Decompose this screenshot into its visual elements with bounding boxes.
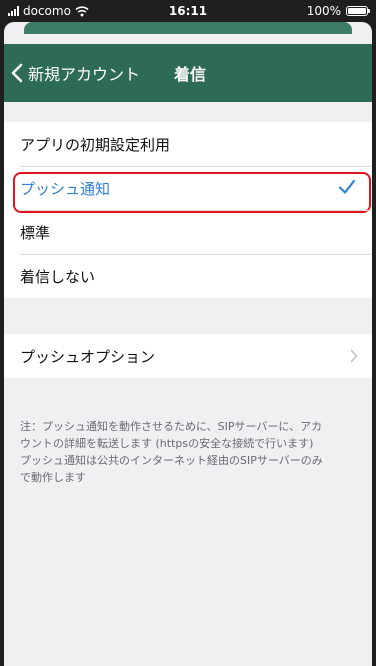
page-title: 着信 [174,65,207,84]
option-standard[interactable]: 標準 [4,210,372,254]
push-options-row[interactable]: プッシュオプション [4,334,372,378]
option-app-default[interactable]: アプリの初期設定利用 [4,122,372,166]
note-line: ウントの詳細を転送します (httpsの安全な接続で行います) [20,437,314,450]
option-no-incoming[interactable]: 着信しない [4,254,372,298]
back-button[interactable]: 新規アカウント [10,44,140,102]
status-bar: docomo 16:11 100% [0,0,376,22]
status-right: 100% [306,4,370,18]
push-options-label: プッシュオプション [20,347,156,366]
battery-percent: 100% [306,4,341,18]
option-label: プッシュ通知 [20,179,111,198]
background-sheet-peek [24,22,352,34]
back-button-label: 新規アカウント [28,65,141,84]
option-label: 標準 [20,223,51,242]
checkmark-icon [338,179,356,194]
navigation-bar: 新規アカウント 着信 [4,44,372,102]
note-line: プッシュ通知は公共のインターネット経由のSIPサーバーのみ [20,454,323,467]
note-line: 注：プッシュ通知を動作させるために、SIPサーバーに、アカ [20,420,323,433]
settings-sheet: 新規アカウント 着信 アプリの初期設定利用 プッシュ通知 標準 着信しない プッ… [4,22,372,666]
chevron-left-icon [11,63,23,83]
push-options-group: プッシュオプション [4,334,372,378]
chevron-right-icon [350,349,358,363]
option-push-notification[interactable]: プッシュ通知 [4,166,372,213]
note-line: で動作します [20,471,86,484]
option-label: 着信しない [20,267,96,286]
push-note: 注：プッシュ通知を動作させるために、SIPサーバーに、アカ ウントの詳細を転送し… [20,418,358,486]
incoming-call-options: アプリの初期設定利用 プッシュ通知 標準 着信しない [4,122,372,298]
battery-icon [346,6,370,16]
option-label: アプリの初期設定利用 [20,135,171,154]
